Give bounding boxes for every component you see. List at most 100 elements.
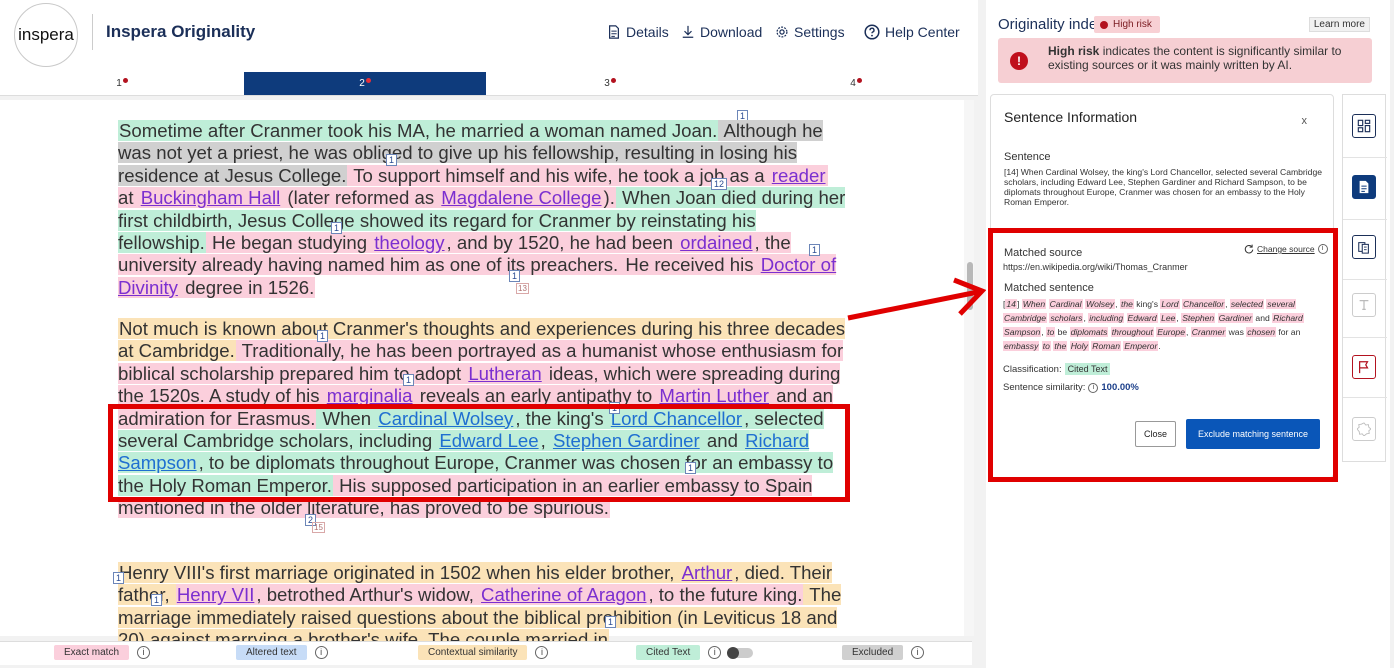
wiki-link[interactable]: Henry VII <box>175 584 256 606</box>
info-icon[interactable]: i <box>1317 244 1328 254</box>
document-scrollbar[interactable] <box>964 100 974 636</box>
highlighted-text: ). <box>602 187 616 209</box>
wiki-link[interactable]: Stephen Gardiner <box>551 430 701 452</box>
citation-marker[interactable]: 1 <box>809 244 821 256</box>
legend-altered-text[interactable]: Altered text i <box>236 645 328 660</box>
wiki-link[interactable]: Buckingham Hall <box>139 187 282 209</box>
wiki-link[interactable]: Cardinal Wolsey <box>377 407 515 429</box>
highlighted-text: , and by 1520, he had been <box>445 232 680 254</box>
info-icon[interactable]: i <box>911 646 925 659</box>
tab-label: 1 <box>116 78 122 89</box>
wiki-link[interactable]: Magdalene College <box>440 187 603 209</box>
citation-marker[interactable]: 1 <box>331 222 343 234</box>
citation-marker[interactable]: 1 <box>605 616 617 628</box>
dashboard-button[interactable] <box>1352 114 1376 138</box>
reference-marker[interactable]: 13 <box>516 283 529 294</box>
info-icon[interactable]: i <box>535 646 549 659</box>
source-url[interactable]: https://en.wikipedia.org/wiki/Thomas_Cra… <box>1003 262 1188 272</box>
highlighted-text: , <box>539 430 552 452</box>
help-label: Help Center <box>885 24 960 40</box>
sentence-text-fragment: king's <box>1133 299 1161 309</box>
details-link[interactable]: Details <box>607 24 669 40</box>
settings-link[interactable]: Settings <box>775 24 845 40</box>
wiki-link[interactable]: ordained <box>679 232 754 254</box>
legend-chip: Excluded <box>842 645 904 660</box>
info-icon[interactable]: i <box>1088 382 1099 393</box>
wiki-link[interactable]: Arthur <box>680 562 734 583</box>
ai-badge-button[interactable] <box>1352 417 1376 441</box>
tab-page-2[interactable]: 2 <box>244 72 486 95</box>
close-button[interactable]: Close <box>1135 421 1176 447</box>
text-tool-button[interactable] <box>1352 293 1376 317</box>
citation-marker[interactable]: 1 <box>609 402 621 414</box>
exclude-matching-sentence-button[interactable]: Exclude matching sentence <box>1186 419 1320 449</box>
document-paragraph-2: Not much is known about Cranmer's though… <box>118 318 848 520</box>
flag-icon <box>1359 361 1369 374</box>
citation-marker[interactable]: 1 <box>403 374 415 386</box>
wiki-link[interactable]: Martin Luther <box>658 385 770 407</box>
tab-page-4[interactable]: 4 <box>734 72 978 95</box>
change-source-link[interactable]: Change source i <box>1244 244 1328 254</box>
wiki-link[interactable]: Edward Lee <box>438 430 540 452</box>
reference-marker[interactable]: 15 <box>312 522 325 533</box>
sources-icon <box>1358 242 1369 254</box>
highlighted-text: When <box>316 407 378 429</box>
sentence-info-button[interactable] <box>1352 175 1376 199</box>
tab-page-3[interactable]: 3 <box>488 72 732 95</box>
matched-word: Richard <box>1272 313 1304 323</box>
settings-label: Settings <box>794 24 845 40</box>
highlighted-text: He received his <box>619 254 760 276</box>
matched-word: Cardinal <box>1048 299 1083 309</box>
alert-icon: ! <box>1010 52 1028 70</box>
logo-text: inspera <box>18 25 74 44</box>
matched-word: Europe <box>1156 327 1186 337</box>
badge-icon <box>1357 422 1371 436</box>
matched-word: Emperor <box>1123 341 1159 351</box>
details-label: Details <box>626 24 669 40</box>
tab-page-1[interactable]: 1 <box>0 72 244 95</box>
legend-cited-text[interactable]: Cited Text i <box>636 645 754 660</box>
wiki-link[interactable]: reader <box>770 164 827 186</box>
highlighted-text: , to the future king. <box>647 584 804 606</box>
gear-icon <box>776 26 788 38</box>
app-header: inspera Inspera Originality Details Down… <box>0 0 978 72</box>
legend-excluded[interactable]: Excluded i <box>842 645 925 660</box>
risk-dot <box>365 78 371 83</box>
risk-alert: ! High risk indicates the content is sig… <box>998 38 1372 83</box>
info-icon[interactable]: i <box>314 646 328 659</box>
wiki-link[interactable]: Catherine of Aragon <box>480 584 648 606</box>
citation-marker[interactable]: 1 <box>685 462 697 474</box>
wiki-link[interactable]: Lord Chancellor <box>609 407 744 429</box>
citation-marker[interactable]: 1 <box>151 594 163 606</box>
flag-button[interactable] <box>1352 355 1376 379</box>
matched-word: diplomats <box>1069 327 1109 337</box>
help-center-link[interactable]: Help Center <box>864 24 960 40</box>
citation-marker[interactable]: 1 <box>317 330 329 342</box>
matched-word: Gardiner <box>1217 313 1254 323</box>
legend-bar: Exact match i Altered text i Contextual … <box>0 641 972 665</box>
scrollbar-thumb[interactable] <box>967 262 973 310</box>
wiki-link[interactable]: Lutheran <box>467 362 543 384</box>
highlighted-text: Sometime after Cranmer took his MA, he m… <box>118 120 719 141</box>
legend-contextual-similarity[interactable]: Contextual similarity i <box>418 645 549 660</box>
cited-text-toggle[interactable] <box>727 646 754 659</box>
sources-button[interactable] <box>1352 235 1376 259</box>
info-icon[interactable]: i <box>708 646 722 659</box>
risk-dot <box>122 78 128 83</box>
highlighted-text: and <box>700 430 745 452</box>
citation-marker[interactable]: 1 <box>386 154 398 166</box>
wiki-link[interactable]: marginalia <box>325 385 414 407</box>
citation-marker[interactable]: 1 <box>509 270 521 282</box>
download-link[interactable]: Download <box>681 24 762 40</box>
classification-label: Classification: <box>1003 363 1062 375</box>
highlighted-text: degree in 1526. <box>178 276 316 298</box>
wiki-link[interactable]: theology <box>373 232 446 254</box>
citation-marker[interactable]: 12 <box>711 178 728 190</box>
sentence-text-fragment: be <box>1055 327 1070 337</box>
info-icon[interactable]: i <box>137 646 151 659</box>
close-icon[interactable]: x <box>1302 115 1308 127</box>
risk-badge-label: High risk <box>1113 19 1152 30</box>
learn-more-button[interactable]: Learn more <box>1308 17 1370 32</box>
legend-exact-match[interactable]: Exact match i <box>54 645 151 660</box>
citation-marker[interactable]: 1 <box>113 572 125 584</box>
